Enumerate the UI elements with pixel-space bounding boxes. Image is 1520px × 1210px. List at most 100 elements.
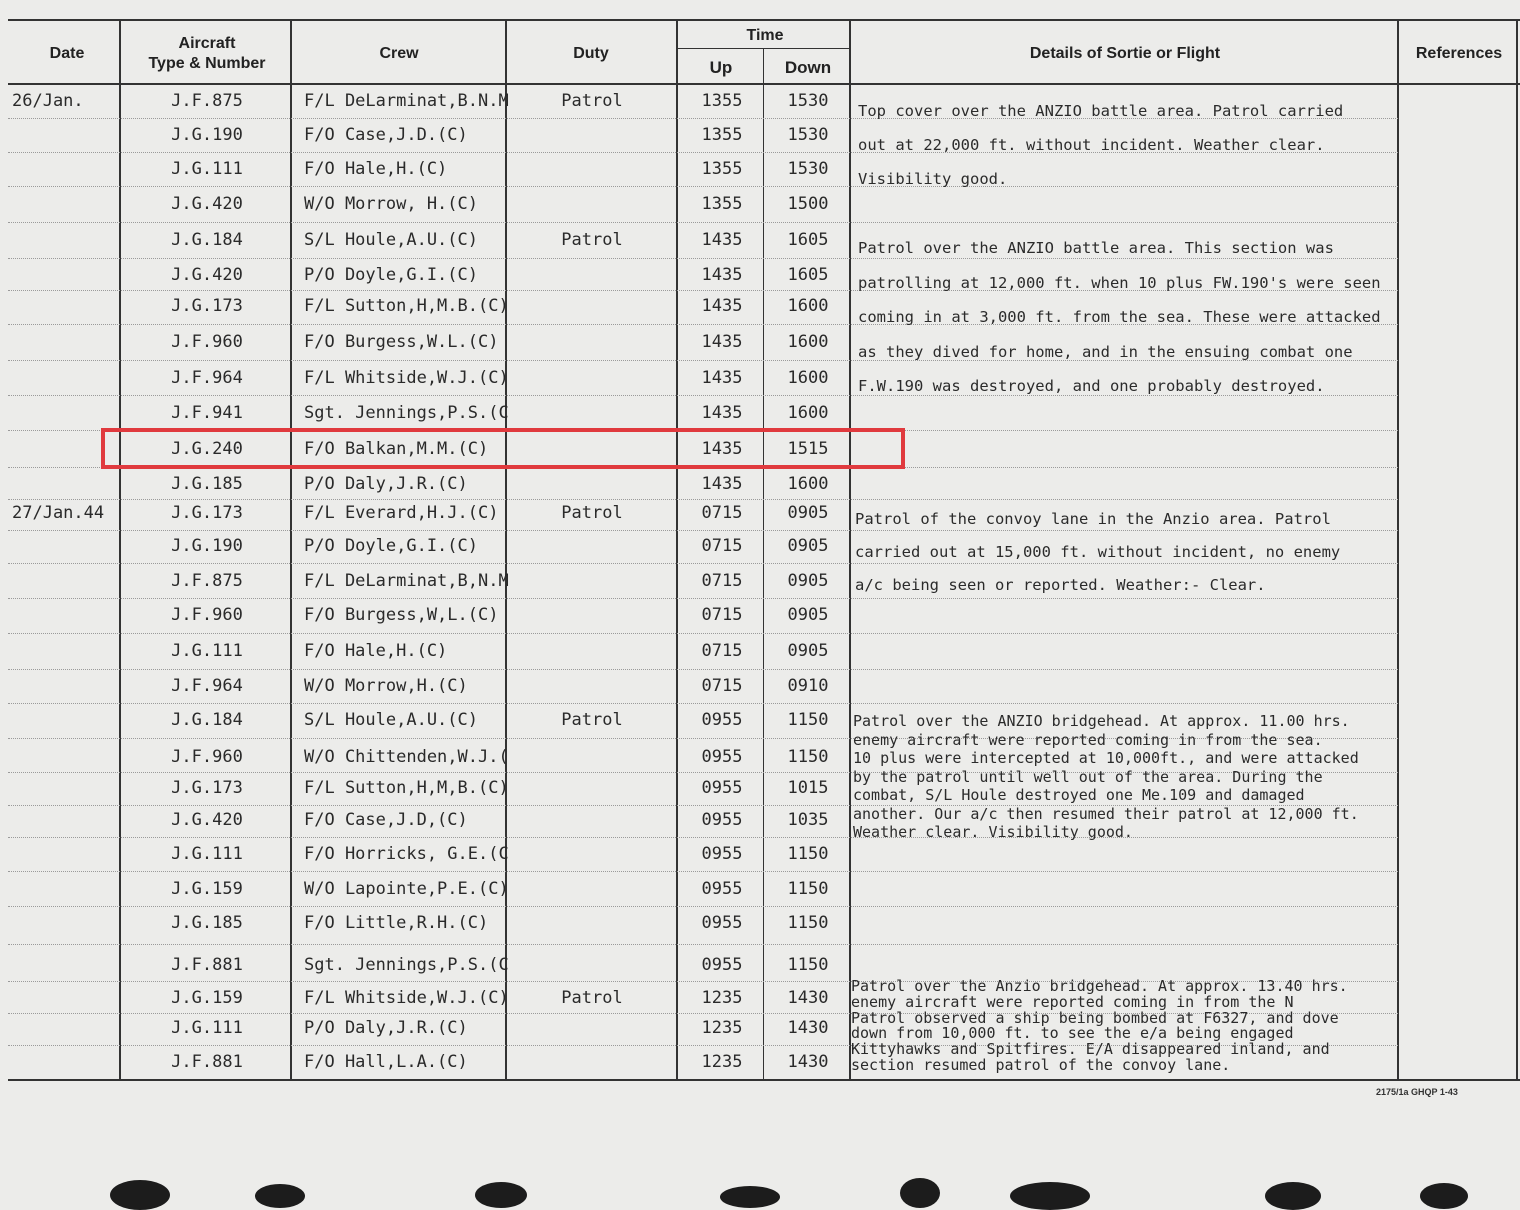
time-down-cell: 1150 (787, 955, 829, 975)
time-down-cell: 1430 (787, 988, 829, 1008)
header-aircraft-line1: Aircraft (178, 35, 236, 52)
header-time: Time (746, 27, 784, 44)
squadron-record-sheet: Date Aircraft Type & Number Crew Duty Ti… (0, 0, 1520, 1210)
duty-cell (508, 118, 676, 152)
time-up-cell: 0955 (701, 913, 743, 933)
aircraft-cell: J.G.111 (171, 844, 243, 864)
scan-artifact (1265, 1182, 1321, 1210)
aircraft-cell: J.F.881 (171, 955, 243, 975)
aircraft-cell: J.G.159 (171, 879, 243, 899)
crew-cell: F/O Case,J.D.(C) (304, 125, 468, 145)
crew-cell: P/O Doyle,G.I.(C) (304, 536, 478, 556)
scan-artifact (900, 1178, 940, 1208)
duty-cell: Patrol (561, 503, 623, 523)
duty-cell (508, 669, 676, 703)
duty-cell (508, 598, 676, 632)
header-up: Up (709, 58, 733, 77)
time-down-cell: 1530 (787, 125, 829, 145)
time-down-cell: 1600 (787, 403, 829, 423)
sortie-details: Top cover over the ANZIO battle area. Pa… (858, 102, 1344, 188)
crew-cell: P/O Daly,J.R.(C) (304, 1018, 468, 1038)
time-up-cell: 0715 (701, 536, 743, 556)
time-down-cell: 1430 (787, 1018, 829, 1038)
time-down-cell: 0905 (787, 605, 829, 625)
time-up-cell: 0715 (701, 641, 743, 661)
duty-cell: Patrol (561, 710, 623, 730)
date-cell (12, 223, 118, 257)
date-cell (12, 1011, 118, 1045)
scan-artifact (475, 1182, 527, 1208)
highlight-box (101, 428, 905, 469)
duty-cell (508, 837, 676, 871)
crew-cell: Sgt. Jennings,P.S.(C) (304, 955, 509, 975)
aircraft-cell: J.F.964 (171, 368, 243, 388)
date-cell (12, 258, 118, 292)
aircraft-cell: J.G.173 (171, 296, 243, 316)
table-row: J.G.159 W/O Lapointe,P.E.(C) 0955 1150 (0, 872, 1520, 906)
duty-cell (508, 872, 676, 906)
time-down-cell: 1500 (787, 194, 829, 214)
date-cell (12, 152, 118, 186)
duty-cell (508, 1045, 676, 1079)
time-up-cell: 1355 (701, 125, 743, 145)
aircraft-cell: J.G.184 (171, 710, 243, 730)
time-down-cell: 1150 (787, 913, 829, 933)
crew-cell: F/O Hale,H.(C) (304, 159, 448, 179)
crew-cell: F/O Burgess,W.L.(C) (304, 332, 499, 352)
aircraft-cell: J.G.420 (171, 194, 243, 214)
time-down-cell: 1605 (787, 265, 829, 285)
aircraft-cell: J.G.420 (171, 265, 243, 285)
top-rule (8, 19, 1520, 21)
header-details: Details of Sortie or Flight (1029, 45, 1221, 62)
date-cell (12, 981, 118, 1015)
form-code: 2175/1a GHQP 1-43 (1376, 1087, 1458, 1097)
aircraft-cell: J.G.184 (171, 230, 243, 250)
time-up-cell: 1435 (701, 296, 743, 316)
time-down-cell: 1605 (787, 230, 829, 250)
time-down-cell: 1015 (787, 778, 829, 798)
date-cell (12, 598, 118, 632)
aircraft-cell: J.F.941 (171, 403, 243, 423)
time-down-cell: 1600 (787, 368, 829, 388)
duty-cell (508, 634, 676, 668)
time-down-cell: 1530 (787, 159, 829, 179)
time-up-cell: 0955 (701, 844, 743, 864)
aircraft-cell: J.F.881 (171, 1052, 243, 1072)
date-cell (12, 948, 118, 982)
duty-cell: Patrol (561, 988, 623, 1008)
time-down-cell: 1600 (787, 332, 829, 352)
aircraft-cell: J.F.964 (171, 676, 243, 696)
time-down-cell: 1150 (787, 879, 829, 899)
crew-cell: F/L DeLarminat,B,N.M.(C) (304, 571, 509, 591)
time-up-cell: 0715 (701, 676, 743, 696)
time-up-cell: 1355 (701, 159, 743, 179)
time-up-cell: 1435 (701, 332, 743, 352)
duty-cell (508, 187, 676, 221)
date-cell (12, 564, 118, 598)
scan-artifact (1420, 1183, 1468, 1209)
crew-cell: F/L Sutton,H,M,B.(C) (304, 778, 509, 798)
time-down-cell: 1150 (787, 844, 829, 864)
crew-cell: S/L Houle,A.U.(C) (304, 230, 478, 250)
time-up-cell: 1355 (701, 194, 743, 214)
crew-cell: W/O Chittenden,W.J.(C) (304, 747, 509, 767)
date-cell (12, 118, 118, 152)
crew-cell: F/L Whitside,W.J.(C) (304, 988, 509, 1008)
sortie-details: Patrol over the ANZIO battle area. This … (858, 239, 1381, 395)
crew-cell: P/O Doyle,G.I.(C) (304, 265, 478, 285)
date-cell: 26/Jan. (12, 91, 84, 111)
time-up-cell: 0715 (701, 571, 743, 591)
duty-cell (508, 771, 676, 805)
scan-artifact (255, 1184, 305, 1208)
crew-cell: F/O Case,J.D,(C) (304, 810, 468, 830)
time-up-cell: 0955 (701, 879, 743, 899)
time-up-cell: 0955 (701, 810, 743, 830)
aircraft-cell: J.G.159 (171, 988, 243, 1008)
date-cell (12, 872, 118, 906)
date-cell (12, 325, 118, 359)
duty-cell: Patrol (561, 230, 623, 250)
crew-cell: W/O Lapointe,P.E.(C) (304, 879, 509, 899)
time-down-cell: 0905 (787, 641, 829, 661)
crew-cell: F/O Little,R.H.(C) (304, 913, 489, 933)
time-up-cell: 0715 (701, 605, 743, 625)
